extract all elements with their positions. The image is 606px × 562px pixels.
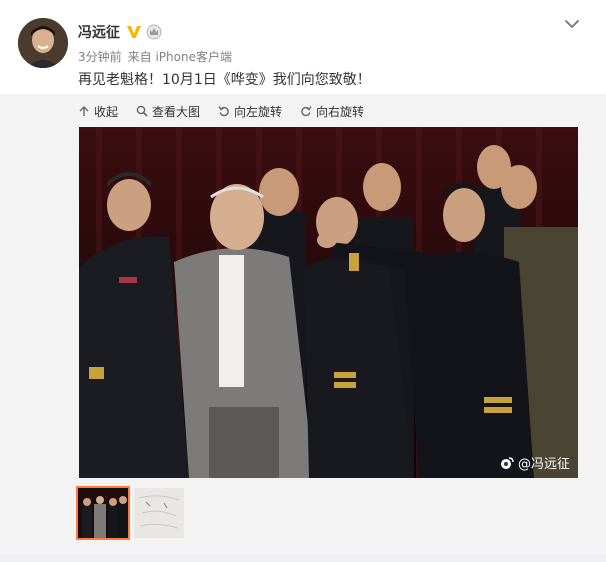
collapse-label: 收起 (94, 104, 119, 119)
image-toolbar: 收起 查看大图 向左旋转 向右旋转 (78, 103, 364, 119)
rotate-right-label: 向右旋转 (316, 104, 365, 119)
post-text: 再见老魁格！10月1日《哗变》我们向您致敬！ (78, 72, 371, 88)
watermark-text: @冯远征 (517, 457, 570, 472)
magnifier-icon (136, 105, 148, 117)
post-source[interactable]: 来自 iPhone客户端 (128, 50, 232, 64)
thumbnail-2[interactable] (134, 488, 184, 538)
view-large-button[interactable]: 查看大图 (136, 103, 200, 120)
view-large-label: 查看大图 (152, 104, 201, 119)
weibo-post-card: 冯远征 3分钟前 来自 iPhone客户端 再见老魁格！10月1日《哗变》我们向您… (0, 0, 606, 555)
thumbnail-1[interactable] (76, 486, 130, 540)
rotate-left-icon (218, 106, 229, 117)
username[interactable]: 冯远征 (78, 22, 120, 42)
post-meta: 3分钟前 来自 iPhone客户端 (78, 48, 238, 65)
crown-badge-icon[interactable] (146, 24, 162, 40)
rotate-right-button[interactable]: 向右旋转 (300, 103, 364, 120)
thumbnail-strip (76, 486, 184, 540)
collapse-button[interactable]: 收起 (78, 103, 118, 120)
chevron-down-icon[interactable] (563, 15, 581, 33)
post-photo[interactable]: @冯远征 (79, 127, 578, 478)
rotate-left-label: 向左旋转 (234, 104, 283, 119)
user-avatar[interactable] (18, 18, 68, 68)
rotate-right-icon (301, 106, 312, 117)
photo-watermark: @冯远征 (500, 453, 570, 472)
post-time[interactable]: 3分钟前 (78, 50, 122, 64)
rotate-left-button[interactable]: 向左旋转 (218, 103, 282, 120)
weibo-logo-icon (500, 456, 514, 469)
verified-v-icon (127, 26, 141, 38)
arrow-up-icon (79, 106, 89, 116)
